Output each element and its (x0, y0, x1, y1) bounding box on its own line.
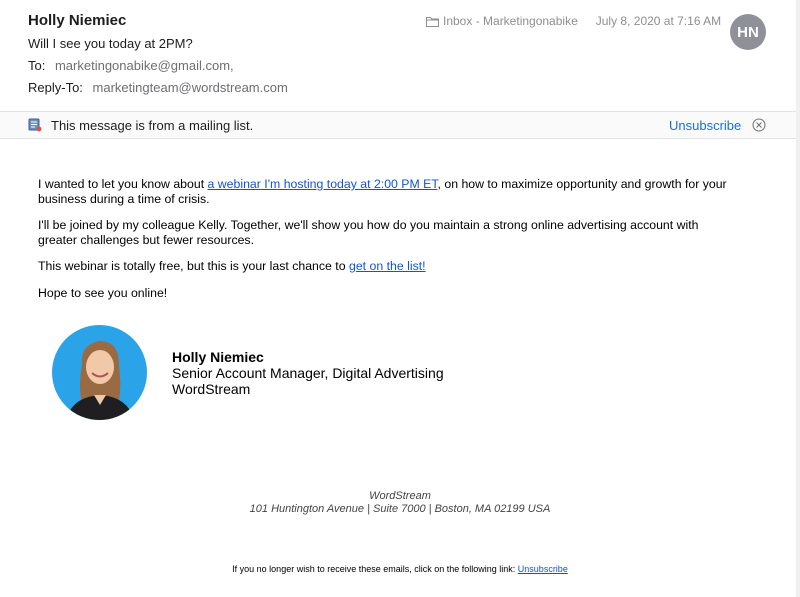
email-body: I wanted to let you know about a webinar… (38, 177, 738, 312)
signup-link[interactable]: get on the list! (349, 259, 426, 273)
footer-unsubscribe: If you no longer wish to receive these e… (0, 564, 800, 574)
signature-title: Senior Account Manager, Digital Advertis… (172, 365, 444, 381)
to-label: To: (28, 58, 46, 73)
message-date: July 8, 2020 at 7:16 AM (595, 14, 722, 28)
message-meta: Inbox - Marketingonabike July 8, 2020 at… (426, 14, 721, 28)
email-subject: Will I see you today at 2PM? (28, 36, 193, 51)
webinar-link[interactable]: a webinar I'm hosting today at 2:00 PM E… (208, 177, 438, 191)
mailing-list-message: This message is from a mailing list. (51, 118, 254, 133)
body-paragraph: I wanted to let you know about a webinar… (38, 177, 738, 206)
footer-address: 101 Huntington Avenue | Suite 7000 | Bos… (249, 503, 551, 515)
footer-unsubscribe-link[interactable]: Unsubscribe (518, 564, 568, 574)
reply-to-label: Reply-To: (28, 80, 83, 95)
close-circle-icon[interactable] (752, 118, 766, 132)
footer-company: WordStream (369, 490, 431, 502)
body-text: This webinar is totally free, but this i… (38, 259, 349, 273)
body-paragraph: I'll be joined by my colleague Kelly. To… (38, 218, 699, 247)
signature-name: Holly Niemiec (172, 349, 264, 365)
signature-block: Holly Niemiec Senior Account Manager, Di… (172, 349, 444, 397)
reply-to-address[interactable]: marketingteam@wordstream.com (93, 80, 288, 95)
unsubscribe-button[interactable]: Unsubscribe (669, 118, 741, 133)
person-portrait-icon (52, 325, 147, 420)
to-address[interactable]: marketingonabike@gmail.com, (55, 58, 234, 73)
body-paragraph: Hope to see you online! (38, 285, 168, 300)
mailing-list-banner: This message is from a mailing list. Uns… (0, 111, 796, 139)
footer-address-block: WordStream 101 Huntington Avenue | Suite… (0, 490, 800, 516)
avatar[interactable]: HN (730, 14, 766, 50)
signature-company: WordStream (172, 381, 251, 397)
signature-photo (52, 325, 147, 420)
mailbox-name[interactable]: Inbox - Marketingonabike (443, 14, 578, 28)
body-text: I wanted to let you know about (38, 177, 208, 191)
email-header: Holly Niemiec Will I see you today at 2P… (0, 0, 800, 111)
body-paragraph: This webinar is totally free, but this i… (38, 259, 738, 274)
footer-unsubscribe-text: If you no longer wish to receive these e… (232, 564, 518, 574)
to-row: To: marketingonabike@gmail.com, (28, 58, 234, 73)
reply-to-row: Reply-To: marketingteam@wordstream.com (28, 80, 288, 95)
folder-icon (426, 16, 439, 27)
mailing-list-icon (28, 118, 42, 132)
sender-name[interactable]: Holly Niemiec (28, 12, 126, 29)
